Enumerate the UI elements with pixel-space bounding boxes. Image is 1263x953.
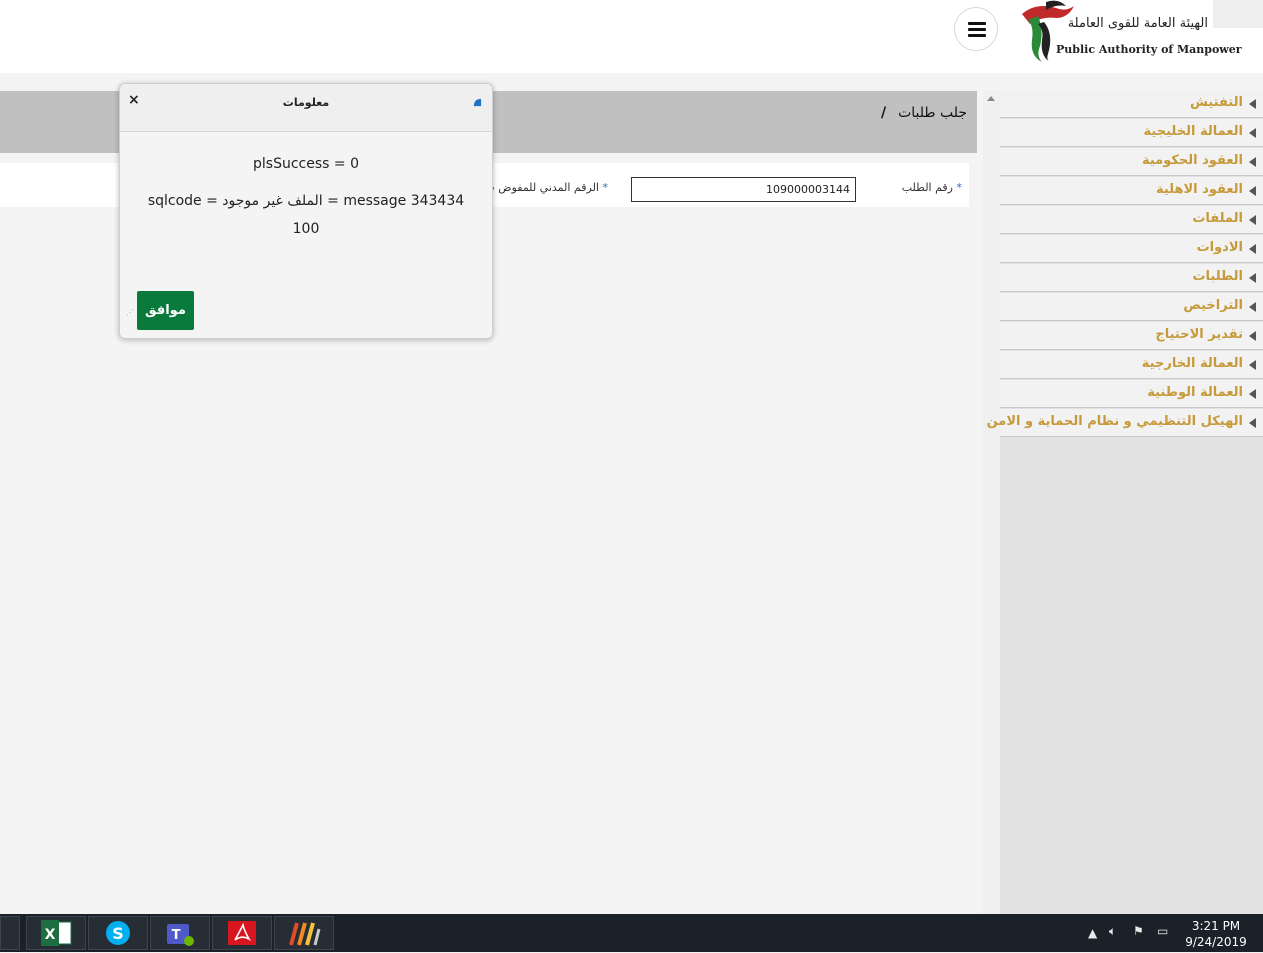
- taskbar-left-edge[interactable]: [0, 916, 20, 950]
- excel-icon: X: [41, 920, 72, 946]
- caret-left-icon: [1249, 418, 1256, 428]
- app-header: الهيئة العامة للقوى العاملة Public Autho…: [0, 0, 1263, 73]
- caret-left-icon: [1249, 128, 1256, 138]
- taskbar-excel[interactable]: X: [26, 916, 86, 950]
- message-line-success: plsSuccess = 0: [253, 156, 359, 172]
- sidebar-item-files[interactable]: الملفات: [1000, 206, 1263, 234]
- tray-overflow-icon[interactable]: ▲: [1088, 926, 1097, 940]
- network-icon[interactable]: ▭: [1157, 924, 1168, 938]
- main-scrollbar[interactable]: [983, 90, 1000, 914]
- request-number-label: * رقم الطلب: [901, 181, 962, 194]
- caret-left-icon: [1249, 360, 1256, 370]
- teams-icon: T: [167, 924, 194, 946]
- caret-left-icon: [1249, 244, 1256, 254]
- sidebar-item-needs-assessment[interactable]: تقدير الاحتياج: [1000, 322, 1263, 350]
- sidebar-item-requests[interactable]: الطلبات: [1000, 264, 1263, 292]
- caret-left-icon: [1249, 99, 1256, 109]
- caret-left-icon: [1249, 302, 1256, 312]
- sidebar-item-inspection[interactable]: التفتيش: [1000, 90, 1263, 118]
- breadcrumb: جلب طلبات /: [881, 105, 967, 121]
- clock-time: 3:21 PM: [1191, 919, 1241, 933]
- taskbar-acrobat[interactable]: [212, 916, 272, 950]
- logo-english-text: Public Authority of Manpower: [1056, 43, 1242, 56]
- hamburger-icon: [968, 22, 986, 25]
- corner-panel: [1213, 0, 1263, 28]
- resize-grip-icon[interactable]: ⋰: [126, 308, 134, 317]
- caret-left-icon: [1249, 157, 1256, 167]
- message-line-error: sqlcode = الملف غير موجود = message 3434…: [147, 193, 465, 209]
- hamburger-menu-button[interactable]: [954, 7, 998, 51]
- windows-taskbar: X S T ▲ 🔈︎ ⚑ ▭ 3:21 PM 9/24/2019: [0, 914, 1263, 952]
- dialog-title: معلومات: [282, 96, 330, 109]
- sidebar-item-org-structure[interactable]: الهيكل التنظيمي و نظام الحماية و الامن: [987, 409, 1263, 437]
- caret-left-icon: [1249, 389, 1256, 399]
- skype-icon: S: [106, 921, 130, 945]
- caret-left-icon: [1249, 273, 1256, 283]
- acrobat-icon: [228, 921, 256, 945]
- sidebar-item-private-contracts[interactable]: العقود الاهلية: [1000, 177, 1263, 205]
- taskbar-skype[interactable]: S: [88, 916, 148, 950]
- info-dialog: × معلومات plsSuccess = 0 sqlcode = الملف…: [119, 83, 493, 339]
- svg-text:S: S: [112, 924, 124, 943]
- caret-left-icon: [1249, 215, 1256, 225]
- caret-left-icon: [1249, 331, 1256, 341]
- sidebar-item-gulf-labor[interactable]: العمالة الخليجية: [1000, 119, 1263, 147]
- dialog-message: plsSuccess = 0 sqlcode = الملف غير موجود…: [120, 154, 492, 239]
- ok-button[interactable]: موافق: [137, 291, 194, 330]
- sidebar-item-national-labor[interactable]: العمالة الوطنية: [1000, 380, 1263, 408]
- sidebar-item-government-contracts[interactable]: العقود الحكومية: [1000, 148, 1263, 176]
- sidebar-nav: التفتيش العمالة الخليجية العقود الحكومية…: [987, 90, 1263, 914]
- message-line-code: 100: [292, 221, 320, 237]
- breadcrumb-separator: /: [880, 105, 887, 121]
- sidebar-item-tools[interactable]: الادوات: [1000, 235, 1263, 263]
- svg-text:X: X: [45, 927, 56, 943]
- taskbar-teams[interactable]: T: [150, 916, 210, 950]
- request-number-input[interactable]: [631, 177, 856, 202]
- volume-icon[interactable]: 🔈︎: [1109, 924, 1116, 939]
- app-icon: [289, 922, 321, 946]
- info-icon: [473, 98, 482, 107]
- sidebar-item-foreign-labor[interactable]: العمالة الخارجية: [1000, 351, 1263, 379]
- taskbar-app[interactable]: [274, 916, 334, 950]
- clock-date: 9/24/2019: [1185, 935, 1247, 949]
- logo-arabic-text: الهيئة العامة للقوى العاملة: [1067, 16, 1208, 31]
- page-title: جلب طلبات: [898, 105, 967, 121]
- sidebar-item-licenses[interactable]: التراخيص: [1000, 293, 1263, 321]
- svg-text:T: T: [172, 928, 181, 943]
- scroll-up-arrow-icon[interactable]: [987, 96, 995, 101]
- pam-logo[interactable]: الهيئة العامة للقوى العاملة Public Autho…: [1016, 0, 1242, 62]
- dialog-header: × معلومات: [120, 84, 492, 132]
- action-center-icon[interactable]: ⚑: [1133, 924, 1144, 938]
- system-clock[interactable]: 3:21 PM 9/24/2019: [1180, 918, 1252, 950]
- caret-left-icon: [1249, 186, 1256, 196]
